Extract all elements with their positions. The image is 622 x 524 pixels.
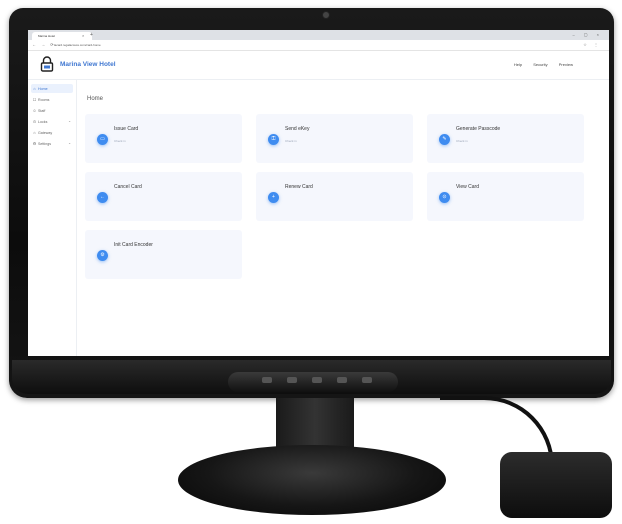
card-view-card[interactable]: ⊙ View Card [427, 172, 584, 221]
new-tab-button[interactable]: + [90, 31, 93, 39]
url-field[interactable]: lacard.regalaccess.com/card-home [54, 42, 534, 48]
renew-icon: + [268, 192, 279, 203]
browser-address-bar: ← → ⟳ lacard.regalaccess.com/card-home ☆… [28, 40, 609, 51]
monitor-base [178, 445, 446, 515]
card-icon: ▭ [97, 134, 108, 145]
sidebar-item-label: Home [38, 87, 48, 91]
card-label: Renew Card [285, 184, 313, 190]
card-label: Send eKey [285, 126, 310, 132]
sidebar-item-locks[interactable]: ⊙ Locks ⌄ [31, 117, 73, 126]
sidebar-item-settings[interactable]: ⚙ Settings ⌄ [31, 139, 73, 148]
card-subtitle: Check in [114, 139, 126, 143]
key-icon: ⚿ [268, 134, 279, 145]
header-link-preview[interactable]: Preview [559, 62, 573, 67]
card-subtitle: Check in [285, 139, 297, 143]
sidebar-item-rooms[interactable]: ☐ Rooms [31, 95, 73, 104]
chevron-down-icon: ⌄ [68, 119, 71, 123]
card-label: Cancel Card [114, 184, 142, 190]
device-hub [500, 452, 612, 518]
home-icon: ⌂ [33, 86, 36, 91]
sidebar-item-label: Rooms [38, 98, 50, 102]
lock-logo-icon [40, 56, 54, 72]
encoder-icon: ⚙ [97, 250, 108, 261]
card-cancel-card[interactable]: ← Cancel Card [85, 172, 242, 221]
monitor-button [262, 377, 272, 383]
sidebar-item-label: Gateway [38, 131, 53, 135]
card-label: View Card [456, 184, 479, 190]
browser-nav-buttons[interactable]: ← → ⟳ [32, 40, 56, 50]
sidebar-item-home[interactable]: ⌂ Home [31, 84, 73, 93]
sidebar-item-label: Locks [38, 120, 48, 124]
rooms-icon: ☐ [32, 97, 37, 102]
monitor-button [337, 377, 347, 383]
sidebar-item-staff[interactable]: ☺Staff [31, 106, 73, 115]
card-issue-card[interactable]: ▭ Issue Card Check in [85, 114, 242, 163]
monitor-button [287, 377, 297, 383]
sidebar-item-label: Staff [38, 109, 46, 113]
card-subtitle: Check in [456, 139, 468, 143]
close-icon[interactable]: × [82, 32, 84, 40]
gear-icon: ⚙ [32, 141, 37, 146]
view-icon: ⊙ [439, 192, 450, 203]
passcode-icon: ✎ [439, 134, 450, 145]
card-label: Generate Passcode [456, 126, 501, 132]
sidebar-item-gateway[interactable]: ⌂ Gateway [31, 128, 73, 137]
lock-icon: ⊙ [32, 119, 37, 124]
sidebar: ⌂ Home ☐ Rooms ☺Staff ⊙ Locks ⌄ ⌂ Gateway ⚙ S… [28, 80, 77, 356]
app-header: Marina View Hotel Help Security Preview [28, 51, 609, 80]
window-controls[interactable]: – ▢ × [572, 31, 603, 39]
browser-tab-bar: Marina Hotel × + – ▢ × [28, 30, 609, 40]
sidebar-item-label: Settings [38, 142, 51, 146]
card-label: Issue Card [114, 126, 139, 132]
webcam-icon [322, 11, 330, 19]
header-link-help[interactable]: Help [514, 62, 522, 67]
card-generate-passcode[interactable]: ✎ Generate Passcode Check in [427, 114, 584, 163]
browser-tab[interactable]: Marina Hotel × [32, 32, 92, 40]
screen: Marina Hotel × + – ▢ × ← → ⟳ lacard.rega… [28, 30, 609, 356]
tab-title: Marina Hotel [38, 34, 56, 38]
monitor-button [362, 377, 372, 383]
cancel-icon: ← [97, 192, 108, 203]
browser-menu-icons[interactable]: ☆ ⋮ [583, 40, 601, 50]
header-link-security[interactable]: Security [533, 62, 547, 67]
header-nav: Help Security Preview [504, 59, 573, 71]
main-content: Home ▭ Issue Card Check in ⚿ Send eKey C… [77, 80, 609, 356]
monitor-button [312, 377, 322, 383]
card-renew-card[interactable]: + Renew Card [256, 172, 413, 221]
card-init-card-encoder[interactable]: ⚙ Init Card Encoder [85, 230, 242, 279]
card-label: Init Card Encoder [114, 242, 153, 248]
gateway-icon: ⌂ [33, 130, 36, 135]
staff-icon: ☺ [32, 108, 37, 113]
chevron-down-icon: ⌄ [68, 141, 71, 145]
page-title: Home [87, 96, 104, 102]
app-title: Marina View Hotel [60, 61, 116, 68]
card-send-ekey[interactable]: ⚿ Send eKey Check in [256, 114, 413, 163]
